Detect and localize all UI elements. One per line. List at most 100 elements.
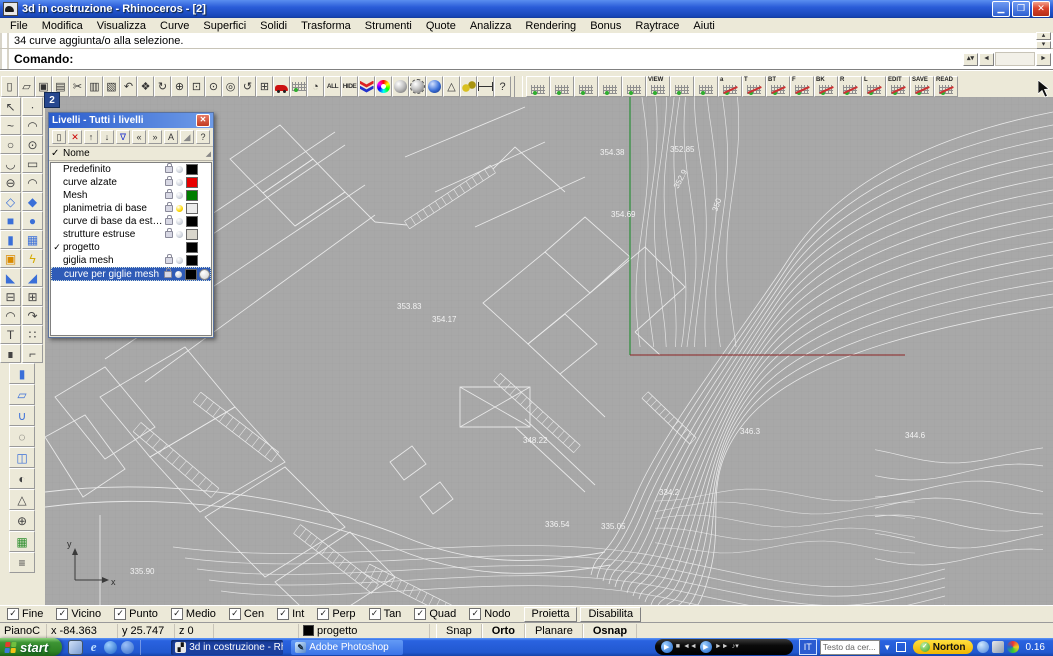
extend-icon[interactable]: ◠ — [0, 306, 21, 325]
copy-icon[interactable]: ▥ — [86, 76, 103, 97]
curve-interp-icon[interactable]: ◠ — [22, 116, 43, 135]
layer-row[interactable]: giglia mesh — [51, 254, 211, 267]
shaded-viewport-icon[interactable] — [392, 76, 409, 97]
menu-trasforma[interactable]: Trasforma — [294, 20, 358, 32]
layer-chevron-icon[interactable] — [358, 76, 375, 97]
surface-plane-icon[interactable]: ◇ — [0, 192, 21, 211]
volume-icon[interactable]: ♪▾ — [732, 643, 739, 651]
view-left-icon[interactable]: L — [862, 76, 886, 97]
sweep-icon[interactable]: ◫ — [9, 447, 35, 468]
view-save-icon[interactable]: SAVE — [910, 76, 934, 97]
surface-corner-icon[interactable]: ◆ — [22, 192, 43, 211]
layers-header[interactable]: ✓ Nome ◢ — [49, 147, 213, 161]
mesh-view-7-icon[interactable] — [694, 76, 718, 97]
view-bottom-icon[interactable]: BT — [766, 76, 790, 97]
explode-icon[interactable]: ϟ — [22, 249, 43, 268]
show-desktop-icon[interactable] — [68, 640, 83, 655]
expand-icon[interactable]: » — [148, 130, 162, 144]
mesh-view-4-icon[interactable] — [598, 76, 622, 97]
cut-icon[interactable]: ✂ — [69, 76, 86, 97]
bulb-icon[interactable] — [174, 192, 185, 199]
layer-color-swatch[interactable] — [186, 203, 198, 214]
zoom-selected-icon[interactable]: ⊙ — [205, 76, 222, 97]
menu-strumenti[interactable]: Strumenti — [358, 20, 419, 32]
bulb-icon[interactable] — [174, 231, 185, 238]
chamfer-icon[interactable]: ◢ — [22, 268, 43, 287]
curve-cv-icon[interactable]: ~ — [0, 116, 21, 135]
layer-color-swatch[interactable] — [186, 229, 198, 240]
layer-color-swatch[interactable] — [186, 164, 198, 175]
named-view-icon[interactable]: VIEW — [646, 76, 670, 97]
rename-icon[interactable]: A — [164, 130, 178, 144]
taskbar-search-input[interactable]: Testo da cer... — [820, 640, 880, 655]
menu-analizza[interactable]: Analizza — [463, 20, 519, 32]
lock-icon[interactable] — [163, 205, 174, 212]
menu-solidi[interactable]: Solidi — [253, 20, 294, 32]
layer-row[interactable]: Mesh — [51, 189, 211, 202]
current-layer-chip[interactable]: progetto — [298, 624, 430, 638]
layer-color-swatch[interactable] — [186, 255, 198, 266]
view-edit-icon[interactable]: EDIT — [886, 76, 910, 97]
view-right-icon[interactable]: R — [838, 76, 862, 97]
scroll-left-icon[interactable]: ◄ — [979, 53, 994, 66]
menu-visualizza[interactable]: Visualizza — [90, 20, 153, 32]
undo-icon[interactable]: ↶ — [120, 76, 137, 97]
delete-layer-icon[interactable]: ✕ — [68, 130, 82, 144]
mesh-view-1-icon[interactable] — [526, 76, 550, 97]
zoom-window-icon[interactable]: ⊡ — [188, 76, 205, 97]
layer-color-swatch[interactable] — [185, 269, 197, 280]
menu-curve[interactable]: Curve — [153, 20, 196, 32]
osnap-fine-checkbox[interactable]: ✓Fine — [7, 608, 43, 620]
sphere-icon[interactable]: ● — [22, 211, 43, 230]
ghosted-viewport-icon[interactable] — [409, 76, 426, 97]
taskbar-task-photoshop[interactable]: ✎ Adobe Photoshop — [291, 640, 403, 655]
osnap-medio-checkbox[interactable]: ✓Medio — [171, 608, 216, 620]
box-icon[interactable]: ■ — [0, 211, 21, 230]
lock-icon[interactable] — [163, 192, 174, 199]
zoom-extents-icon[interactable]: ◎ — [222, 76, 239, 97]
options-gears-icon[interactable] — [460, 76, 477, 97]
dock-grip[interactable] — [0, 49, 9, 69]
menu-bonus[interactable]: Bonus — [583, 20, 628, 32]
osnap-cen-checkbox[interactable]: ✓Cen — [229, 608, 264, 620]
menu-superfici[interactable]: Superfici — [196, 20, 253, 32]
osnap-quad-checkbox[interactable]: ✓Quad — [414, 608, 456, 620]
freeform-curve-icon[interactable]: ◡ — [0, 154, 21, 173]
layer-color-swatch[interactable] — [186, 242, 198, 253]
extrude-icon[interactable]: ▮ — [9, 363, 35, 384]
text-icon[interactable]: T — [0, 325, 21, 344]
play-icon[interactable]: ▶ — [700, 641, 712, 653]
circle-tangent-icon[interactable]: ⊖ — [0, 173, 21, 192]
minimize-button[interactable]: ▁ — [992, 1, 1010, 17]
player-launch-icon[interactable]: ▶ — [661, 641, 673, 653]
ellipse-icon[interactable]: ⊙ — [22, 135, 43, 154]
lock-icon[interactable] — [163, 179, 174, 186]
menu-aiuti[interactable]: Aiuti — [686, 20, 721, 32]
undo-view-icon[interactable]: ↺ — [239, 76, 256, 97]
material-icon[interactable] — [198, 269, 210, 280]
lock-icon[interactable] — [163, 231, 174, 238]
lock-icon[interactable] — [163, 257, 174, 264]
boolean-union-icon[interactable]: ▦ — [22, 230, 43, 249]
filter-icon[interactable]: ∇ — [116, 130, 130, 144]
snap-button[interactable]: Snap — [436, 624, 482, 638]
bulb-icon[interactable] — [174, 166, 185, 173]
history-scroll-down-icon[interactable]: ▾ — [1036, 41, 1051, 49]
collapse-icon[interactable]: « — [132, 130, 146, 144]
rotate-view-icon[interactable]: ↻ — [154, 76, 171, 97]
view-read-icon[interactable]: READ — [934, 76, 958, 97]
notes-icon[interactable]: ≡ — [9, 552, 35, 573]
viewport-tab[interactable]: 2 — [44, 92, 60, 108]
orto-button[interactable]: Orto — [482, 624, 525, 638]
dimension-icon[interactable] — [477, 76, 494, 97]
close-button[interactable]: ✕ — [1032, 1, 1050, 17]
zoom-all-icon[interactable]: ALL — [324, 76, 341, 97]
layer-row[interactable]: curve di base da estru... — [51, 215, 211, 228]
bulb-icon[interactable] — [174, 218, 185, 225]
layer-color-swatch[interactable] — [186, 177, 198, 188]
media-player-icon[interactable] — [104, 641, 117, 654]
lock-icon[interactable] — [163, 218, 174, 225]
loft-icon[interactable]: ∪ — [9, 405, 35, 426]
split-icon[interactable]: ⊞ — [22, 287, 43, 306]
menu-quote[interactable]: Quote — [419, 20, 463, 32]
